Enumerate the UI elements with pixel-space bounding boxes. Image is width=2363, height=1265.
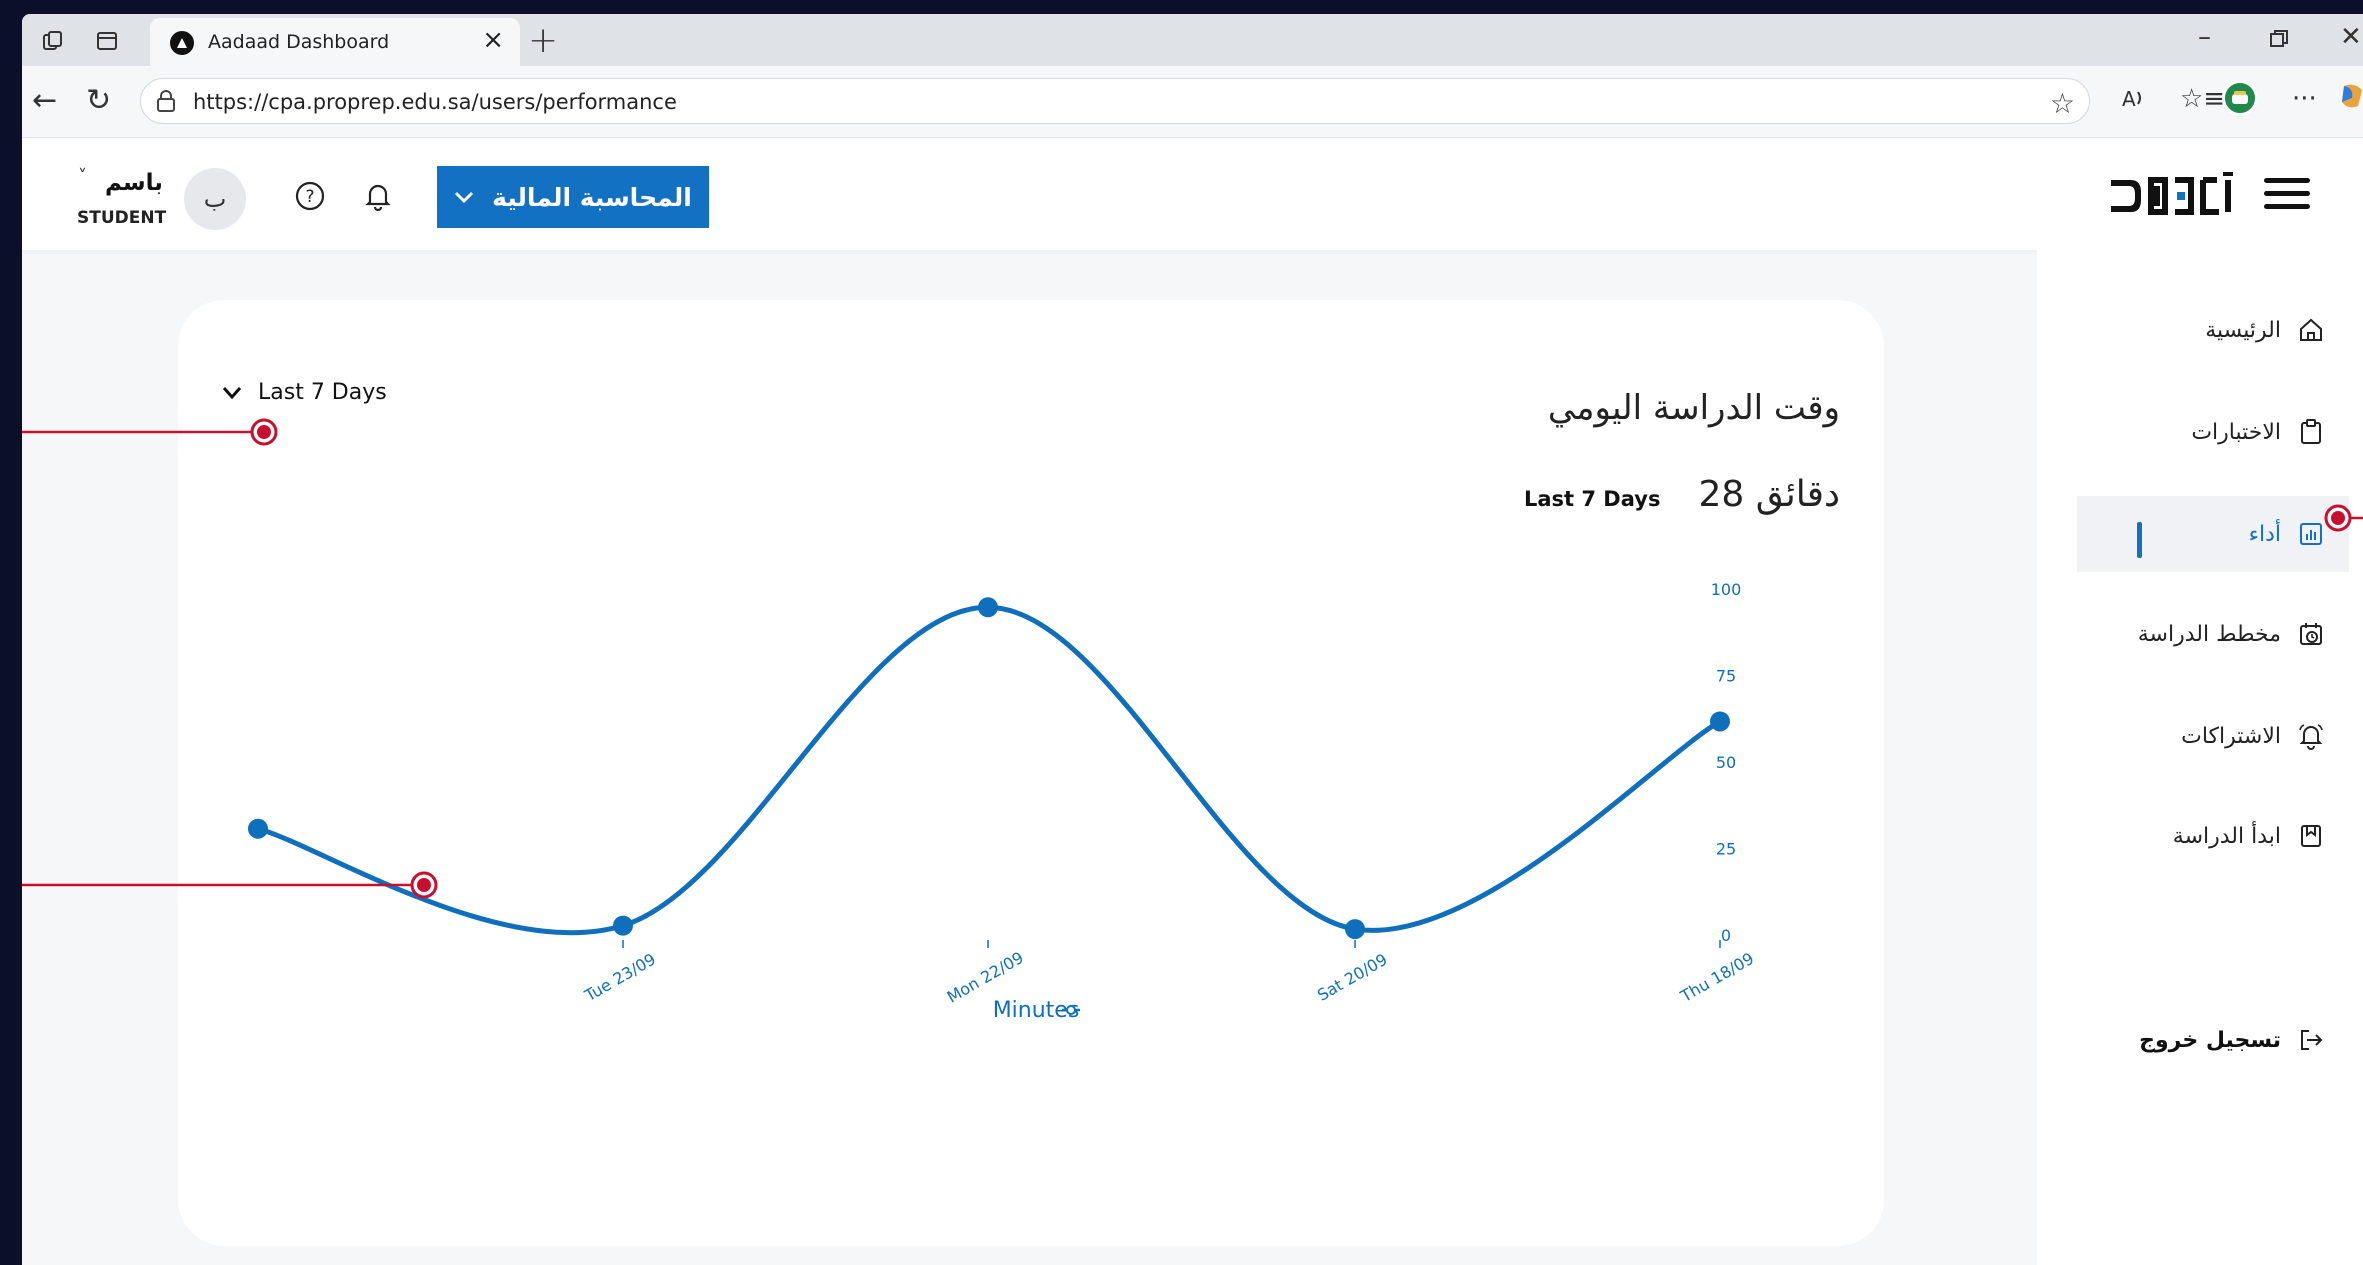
data-point — [1710, 711, 1730, 732]
series-line — [255, 604, 1723, 936]
x-tick-label: Thu 18/09 — [1676, 949, 1757, 1007]
chevron-down-icon — [455, 191, 474, 204]
address-bar: ← ↻ https://cpa.proprep.edu.sa/users/per… — [22, 66, 2363, 138]
minimize-icon[interactable]: – — [2198, 22, 2211, 52]
sidebar-item-label: ابدأ الدراسة — [2172, 823, 2281, 849]
user-role: STUDENT — [77, 208, 167, 228]
bell-icon — [2299, 724, 2323, 750]
refresh-icon[interactable]: ↻ — [86, 84, 111, 118]
svg-text:A: A — [2122, 87, 2136, 111]
avatar[interactable]: ب — [184, 168, 246, 230]
sidebar-item-label: الاشتراكات — [2181, 723, 2281, 749]
lock-icon[interactable] — [155, 89, 177, 117]
sidebar-item-label: مخطط الدراسة — [2137, 621, 2281, 647]
tab-title: Aadaad Dashboard — [208, 31, 390, 53]
data-point — [1345, 919, 1365, 940]
sidebar: الرئيسية الاختبارات أداء مخطط الدراسة ال… — [2037, 250, 2363, 1265]
favorite-star-icon[interactable]: ☆ — [2050, 87, 2075, 120]
sidebar-item-study-plan[interactable]: مخطط الدراسة — [2077, 596, 2349, 672]
tab-actions-icon[interactable] — [90, 24, 124, 58]
sidebar-item-label: أداء — [2248, 521, 2281, 547]
copilot-icon[interactable] — [2340, 82, 2363, 117]
restore-icon[interactable] — [2268, 22, 2290, 57]
notification-bell-icon[interactable] — [362, 180, 394, 212]
data-point — [613, 915, 633, 936]
sidebar-item-label: الاختبارات — [2191, 419, 2281, 445]
course-label: المحاسبة المالية — [492, 182, 692, 212]
y-tick-label: 100 — [1711, 580, 1742, 599]
sidebar-item-performance[interactable]: أداء — [2077, 496, 2349, 572]
new-tab-button[interactable]: + — [528, 20, 558, 61]
user-name[interactable]: باسم — [105, 170, 163, 196]
x-tick-label: Sat 20/09 — [1314, 950, 1391, 1005]
clipboard-icon — [2301, 419, 2321, 444]
back-icon[interactable]: ← — [32, 84, 57, 118]
calendar-clock-icon — [2300, 623, 2322, 645]
data-point — [248, 818, 268, 839]
browser-window: Aadaad Dashboard × + – ✕ ← ↻ https://cpa… — [22, 14, 2363, 1265]
sidebar-item-label: الرئيسية — [2205, 317, 2281, 343]
bar-chart-icon — [2300, 523, 2322, 545]
svg-text:?: ? — [305, 187, 314, 207]
logout-icon — [2301, 1030, 2323, 1050]
site-favicon-icon — [170, 31, 194, 55]
logout-label: تسجيل خروج — [2139, 1027, 2281, 1053]
y-tick-label: 0 — [1721, 926, 1731, 945]
app-header: ˅ باسم STUDENT ب ? المحاسبة المالية — [22, 138, 2363, 250]
home-icon — [2300, 318, 2322, 341]
sidebar-item-home[interactable]: الرئيسية — [2077, 292, 2349, 368]
y-tick-label: 75 — [1716, 667, 1736, 686]
help-icon[interactable]: ? — [294, 180, 326, 212]
logo[interactable] — [2107, 172, 2237, 226]
x-tick-label: Tue 23/09 — [581, 949, 659, 1005]
sidebar-item-subscriptions[interactable]: الاشتراكات — [2077, 698, 2349, 774]
window-close-icon[interactable]: ✕ — [2340, 22, 2362, 52]
bookmark-icon — [2301, 825, 2321, 847]
sidebar-item-logout[interactable]: تسجيل خروج — [2077, 1002, 2349, 1078]
sidebar-item-exams[interactable]: الاختبارات — [2077, 394, 2349, 470]
sidebar-item-start-study[interactable]: ابدأ الدراسة — [2077, 798, 2349, 874]
active-tab[interactable]: Aadaad Dashboard × — [150, 18, 520, 66]
read-aloud-icon[interactable]: A — [2120, 84, 2148, 119]
user-menu-chevron-icon[interactable]: ˅ — [78, 166, 87, 187]
profile-avatar[interactable] — [2222, 80, 2258, 116]
course-selector-button[interactable]: المحاسبة المالية — [437, 166, 709, 228]
more-options-icon[interactable]: ··· — [2292, 84, 2317, 114]
tab-close-icon[interactable]: × — [482, 27, 504, 53]
url-field[interactable]: https://cpa.proprep.edu.sa/users/perform… — [140, 78, 2090, 124]
y-tick-label: 25 — [1716, 840, 1736, 859]
active-indicator — [2137, 522, 2142, 558]
y-tick-label: 50 — [1716, 753, 1736, 772]
tab-bar: Aadaad Dashboard × + – ✕ — [22, 14, 2363, 66]
url-text: https://cpa.proprep.edu.sa/users/perform… — [193, 90, 677, 114]
daily-study-time-card: وقت الدراسة اليومي Last 7 Days 28 دقائق … — [178, 300, 1884, 1246]
legend-marker — [1066, 1005, 1076, 1015]
study-time-line-chart: 1007550250Tue 23/09 Mon 22/09 Sat 20/09 Thu… — [248, 580, 1757, 1023]
hamburger-menu-icon[interactable] — [2264, 178, 2310, 214]
data-point — [978, 597, 998, 618]
favorites-icon[interactable]: ☆≡ — [2180, 84, 2225, 114]
workspaces-icon[interactable] — [36, 24, 70, 58]
